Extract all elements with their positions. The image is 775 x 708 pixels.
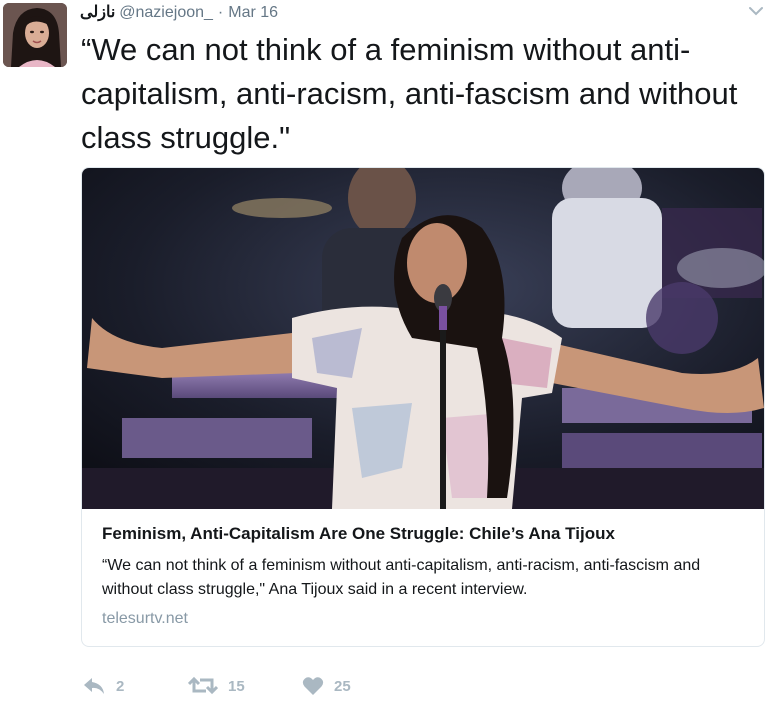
reply-icon <box>84 678 104 694</box>
like-count: 25 <box>334 677 351 695</box>
retweet-button[interactable]: 15 <box>188 672 245 700</box>
reply-button[interactable]: 2 <box>82 672 124 700</box>
card-description: “We can not think of a feminism without … <box>102 557 701 598</box>
like-button[interactable]: 25 <box>302 672 351 700</box>
caret-down-icon[interactable] <box>749 6 763 16</box>
avatar[interactable] <box>3 3 67 67</box>
heart-icon <box>302 677 324 695</box>
retweet-count: 15 <box>228 677 245 695</box>
display-name[interactable]: نازلی <box>80 4 115 21</box>
separator-dot: · <box>217 4 224 21</box>
retweet-icon <box>188 676 218 695</box>
card-image <box>82 168 764 509</box>
card-domain[interactable]: telesurtv.net <box>102 610 188 628</box>
tweet-header: نازلی @naziejoon_ · Mar 16 <box>80 2 278 24</box>
tweet-date[interactable]: Mar 16 <box>228 4 278 21</box>
card-title[interactable]: Feminism, Anti-Capitalism Are One Strugg… <box>102 524 615 544</box>
tweet-text: “We can not think of a feminism without … <box>81 32 738 155</box>
avatar-image <box>3 3 67 67</box>
reply-count: 2 <box>116 677 125 695</box>
link-card[interactable]: Feminism, Anti-Capitalism Are One Strugg… <box>81 167 765 647</box>
handle[interactable]: @naziejoon_ <box>119 4 213 21</box>
